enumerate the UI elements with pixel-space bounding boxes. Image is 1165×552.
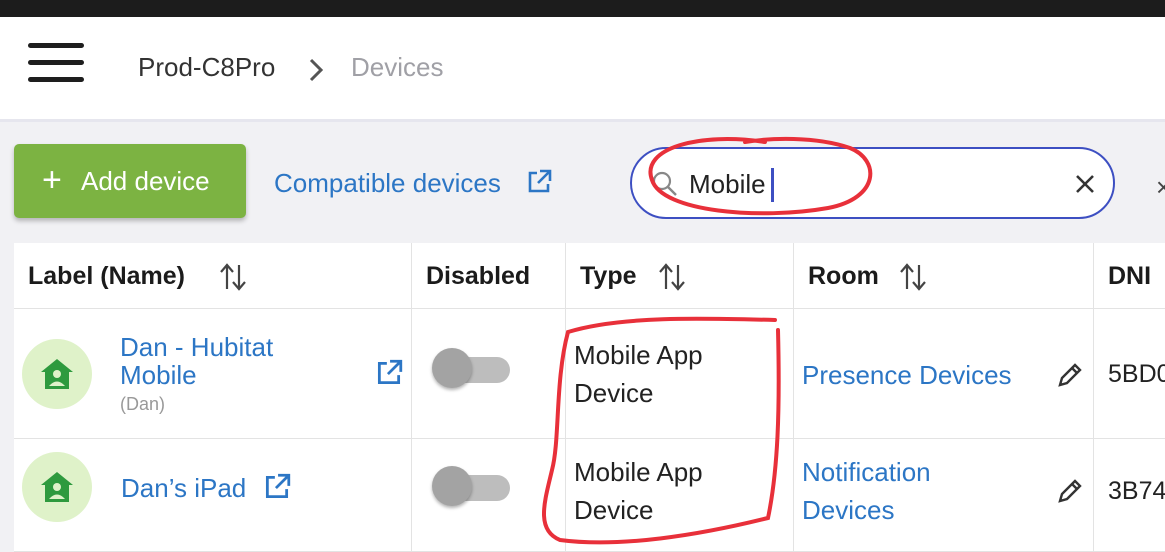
disabled-toggle[interactable] [432, 345, 512, 389]
column-header-dni: DNI [1094, 243, 1165, 309]
dni-cell: 5BD0 [1094, 309, 1165, 438]
room-cell: Notification Devices [794, 439, 1094, 551]
sort-icon[interactable] [657, 261, 687, 293]
sort-icon[interactable] [898, 261, 928, 293]
dni-cell: 3B74 [1094, 439, 1165, 551]
type-cell: Mobile App Device [566, 439, 794, 551]
type-cell: Mobile App Device [566, 309, 794, 438]
plus-icon: + [42, 161, 62, 199]
table-row: Dan’s iPad Mobile App Device Notificatio… [14, 439, 1165, 552]
label-cell: Dan - Hubitat Mobile (Dan) [14, 309, 412, 438]
room-cell: Presence Devices [794, 309, 1094, 438]
sort-icon[interactable] [218, 261, 248, 293]
pencil-icon[interactable] [1056, 361, 1084, 389]
device-avatar [22, 339, 92, 409]
device-label-link[interactable]: Dan - Hubitat [120, 333, 273, 361]
device-name: (Dan) [120, 394, 166, 414]
app-header: Prod-C8Pro Devices [0, 17, 1165, 122]
device-type-line2: Device [574, 378, 654, 408]
column-header-disabled: Disabled [412, 243, 566, 309]
device-type: Mobile App [574, 340, 703, 370]
table-row: Dan - Hubitat Mobile (Dan) Mobile App De… [14, 309, 1165, 439]
pencil-icon[interactable] [1056, 477, 1084, 505]
breadcrumb-hub[interactable]: Prod-C8Pro [138, 52, 275, 83]
room-link[interactable]: Presence Devices [802, 356, 1012, 394]
home-person-icon [41, 359, 73, 389]
device-dni: 5BD0 [1108, 360, 1165, 388]
devices-table: Label (Name) Disabled Type Room DNI Dan … [14, 243, 1165, 552]
close-icon[interactable] [1072, 171, 1098, 197]
column-header-room[interactable]: Room [794, 243, 1094, 309]
disabled-cell [412, 309, 566, 438]
label-cell: Dan’s iPad [14, 439, 412, 551]
device-type-line2: Device [574, 495, 654, 525]
add-device-button[interactable]: + Add device [14, 144, 246, 218]
external-link-icon[interactable] [525, 168, 553, 196]
search-icon [652, 171, 677, 196]
add-device-label: Add device [81, 166, 210, 196]
column-header-type[interactable]: Type [566, 243, 794, 309]
top-status-strip [0, 0, 1165, 17]
external-link-icon[interactable] [262, 472, 292, 502]
search-box [630, 147, 1115, 219]
device-label-link-line2[interactable]: Mobile [120, 361, 197, 389]
device-avatar [22, 452, 92, 522]
device-type: Mobile App [574, 457, 703, 487]
room-link[interactable]: Notification [802, 453, 931, 491]
disabled-cell [412, 439, 566, 551]
clipped-close-icon: × [1156, 172, 1165, 202]
column-header-label[interactable]: Label (Name) [14, 243, 412, 309]
home-person-icon [41, 472, 73, 502]
room-link-line2[interactable]: Devices [802, 491, 894, 529]
compatible-devices-link[interactable]: Compatible devices [274, 168, 501, 199]
device-dni: 3B74 [1108, 477, 1165, 505]
breadcrumb-current: Devices [351, 52, 444, 82]
device-label-link[interactable]: Dan’s iPad [121, 474, 246, 502]
disabled-toggle[interactable] [432, 463, 512, 507]
chevron-right-icon [309, 58, 324, 82]
menu-icon[interactable] [28, 43, 84, 83]
search-input[interactable] [689, 165, 1049, 203]
external-link-icon[interactable] [374, 358, 404, 388]
text-caret [771, 168, 774, 202]
